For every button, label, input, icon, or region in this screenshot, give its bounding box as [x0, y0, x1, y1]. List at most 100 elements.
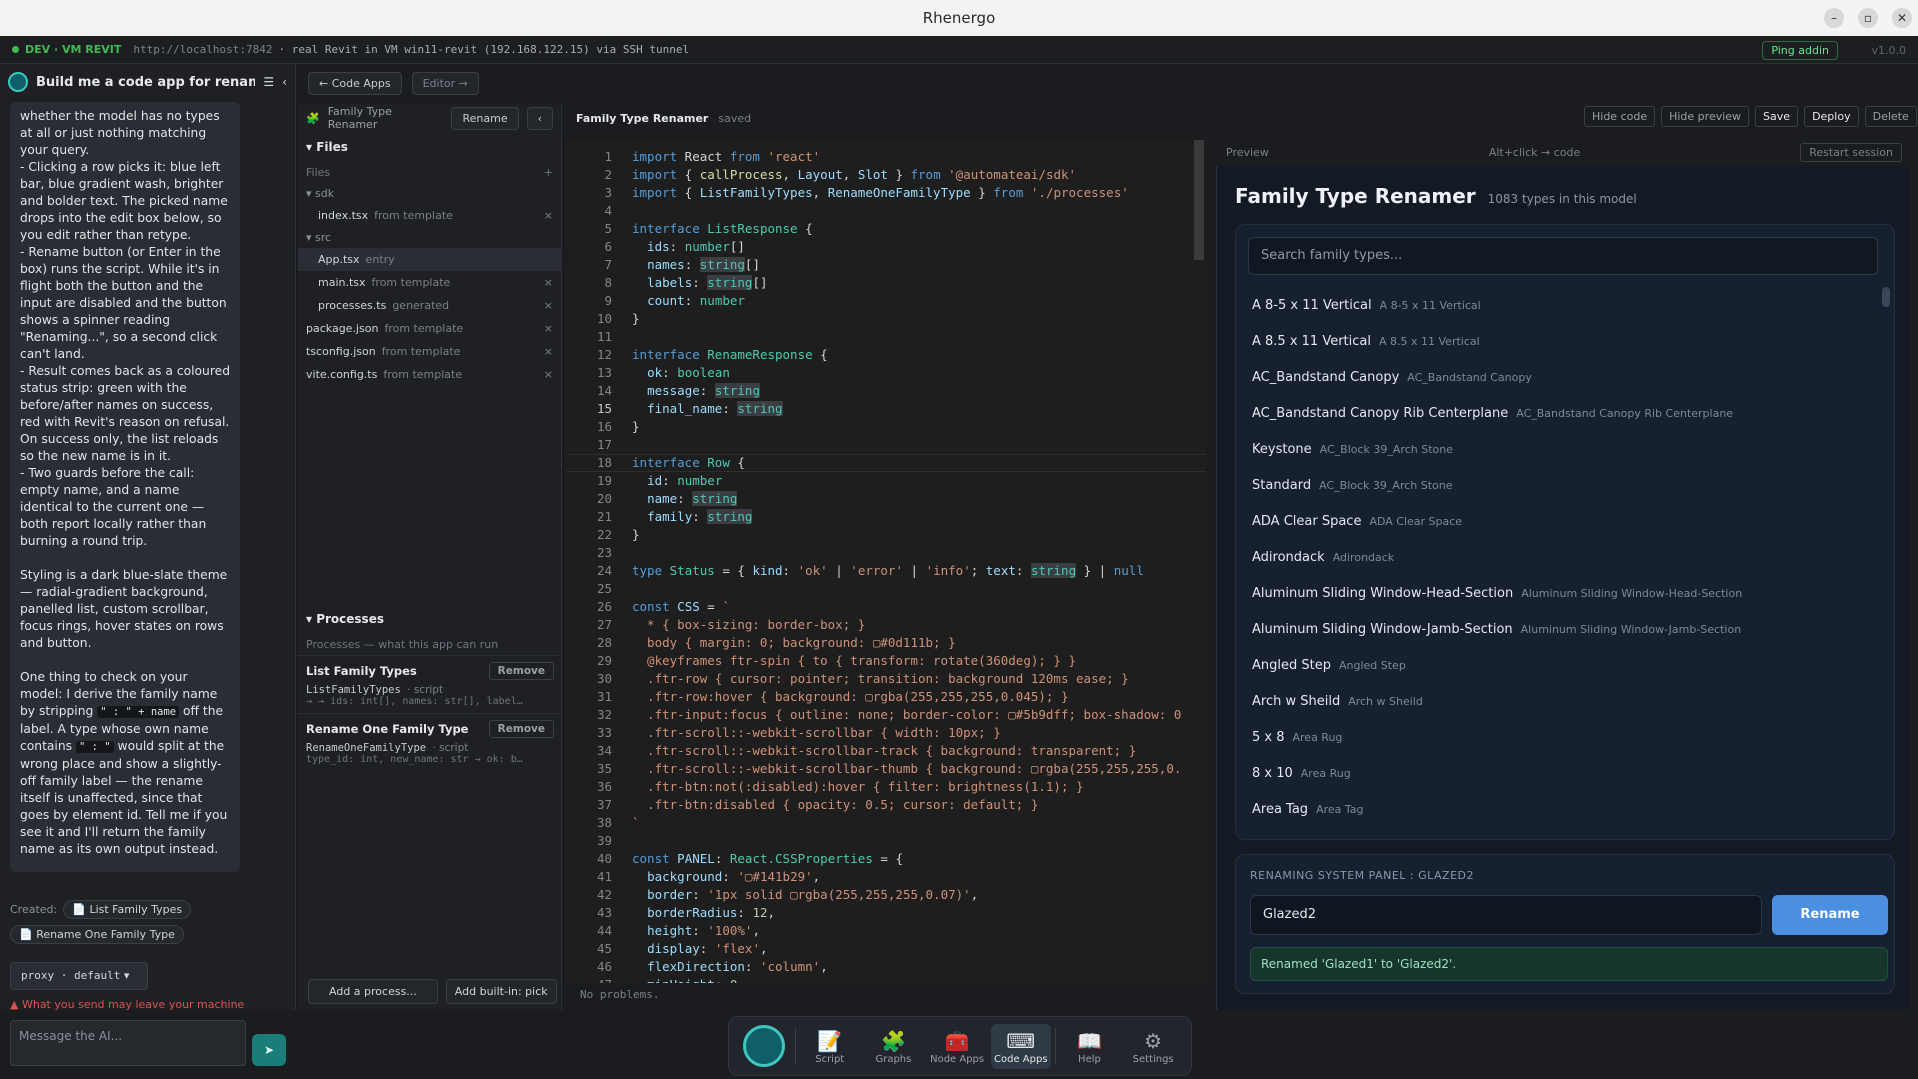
remove-icon: × [543, 276, 553, 289]
privacy-warning: ▲ What you send may leave your machine [10, 998, 245, 1011]
list-item[interactable]: Aluminum Sliding Window-Head-Section Alum… [1236, 575, 1896, 611]
robot-icon [8, 72, 28, 92]
ping-addin-button[interactable]: Ping addin [1762, 41, 1838, 60]
list-item[interactable]: Angled Step Angled Step [1236, 647, 1896, 683]
list-item[interactable]: A 8-5 x 11 Vertical A 8-5 x 11 Vertical [1236, 287, 1896, 323]
list-item[interactable]: Adirondack Adirondack [1236, 539, 1896, 575]
gear-icon: ⚙ [1144, 1028, 1163, 1053]
back-to-code-apps-button[interactable]: ← Code Apps [308, 72, 402, 95]
created-chip[interactable]: 📄 Rename One Family Type [10, 925, 184, 944]
collapse-icon[interactable]: ‹ [526, 106, 553, 130]
remove-process-button[interactable]: Remove [488, 720, 554, 738]
close-icon[interactable]: ✕ [1892, 8, 1912, 28]
remove-process-button[interactable]: Remove [488, 662, 554, 680]
list-item[interactable]: AC_Bandstand Canopy Rib Centerplane AC_Ba… [1236, 395, 1896, 431]
file-item[interactable]: main.tsx from template × [298, 271, 561, 294]
list-item[interactable]: 8 x 10 Area Rug [1236, 755, 1896, 791]
add-file-icon[interactable]: + [544, 166, 553, 179]
code-editor[interactable]: 1 2 3 4 5 6 7 8 9 10 11 12 13 14 15 16 17 18 19 20 21 22 23 24 2… [566, 140, 1206, 983]
restart-session-button[interactable]: Restart session [1800, 142, 1902, 162]
puzzle-icon: 🧩 [306, 111, 320, 125]
dock-robot[interactable] [737, 1025, 791, 1067]
dev-status-bar: DEV · VM REVIT http://localhost:7842 · r… [0, 36, 1918, 64]
list-item[interactable]: ADA Clear Space ADA Clear Space [1236, 503, 1896, 539]
file-item[interactable]: vite.config.ts from template × [298, 363, 561, 386]
folder-sdk[interactable]: ▾ sdk [298, 183, 561, 204]
minimize-icon[interactable]: – [1824, 8, 1844, 28]
dock-settings[interactable]: ⚙ Settings [1123, 1028, 1183, 1065]
editor-tab[interactable]: Editor → [411, 72, 479, 95]
remove-icon: × [543, 345, 553, 358]
code-text[interactable]: import React from 'react' import { callP… [632, 148, 1181, 983]
list-scrollbar[interactable] [1882, 287, 1890, 307]
list-item[interactable]: Standard AC_Block 39_Arch Stone [1236, 467, 1896, 503]
window-titlebar: Rhenergo – ▫ ✕ [0, 0, 1918, 36]
inline-code: " : " + name [97, 706, 180, 718]
send-button[interactable]: ➤ [252, 1034, 286, 1066]
created-chip[interactable]: 📄 List Family Types [63, 900, 192, 919]
list-item[interactable]: AC_Bandstand Canopy AC_Bandstand Canopy [1236, 359, 1896, 395]
problems-status: No problems. [580, 988, 660, 1001]
list-item[interactable]: Aluminum Sliding Window-Jamb-Section Alum… [1236, 611, 1896, 647]
save-status: saved [718, 111, 752, 125]
list-item[interactable]: Arch w Sheild Arch w Sheild [1236, 683, 1896, 719]
hide-preview-button[interactable]: Hide preview [1661, 106, 1750, 127]
editor-scrollbar[interactable] [1194, 140, 1204, 260]
dock-graphs[interactable]: 🧩 Graphs [864, 1028, 924, 1065]
rename-button[interactable]: Rename [1772, 895, 1888, 935]
files-subtitle: Files + [306, 166, 553, 179]
file-item[interactable]: index.tsx from template × [298, 204, 561, 227]
preview-hint: Alt+click → code [1488, 145, 1581, 159]
robot-icon [742, 1025, 785, 1067]
type-count: 1083 types in this model [1487, 192, 1637, 206]
rename-label: RENAMING SYSTEM PANEL : GLAZED2 [1250, 869, 1475, 882]
add-process-button[interactable]: Add a process... [308, 979, 438, 1004]
save-button[interactable]: Save [1755, 106, 1799, 127]
collapse-icon[interactable]: ‹ [282, 75, 287, 89]
dock-separator [794, 1028, 796, 1064]
model-proxy-select[interactable]: proxy · default ▾ [10, 962, 148, 990]
dock-node-apps[interactable]: 🧰 Node Apps [927, 1028, 987, 1065]
message-input[interactable]: Message the AI... [10, 1020, 246, 1066]
file-item[interactable]: tsconfig.json from template × [298, 340, 561, 363]
dock-separator [1054, 1028, 1056, 1064]
list-item[interactable]: Keystone AC_Block 39_Arch Stone [1236, 431, 1896, 467]
maximize-icon[interactable]: ▫ [1858, 8, 1878, 28]
dock-code-apps[interactable]: ⌨ Code Apps [990, 1023, 1051, 1069]
message-paragraph: Styling is a dark blue-slate theme — rad… [20, 568, 228, 650]
deploy-button[interactable]: Deploy [1804, 106, 1859, 127]
file-item[interactable]: package.json from template × [298, 317, 561, 340]
list-item[interactable]: 5 x 8 Area Rug [1236, 719, 1896, 755]
dock-help[interactable]: 📖 Help [1060, 1028, 1120, 1065]
preview-header: Preview Alt+click → code Restart session [1216, 140, 1910, 164]
top-tabs: ← Code Apps Editor → [308, 72, 479, 95]
version-label: v1.0.0 [1871, 44, 1907, 57]
server-url: http://localhost:7842 [133, 43, 273, 56]
status-strip: Renamed 'Glazed1' to 'Glazed2'. [1250, 947, 1888, 981]
book-icon: 📖 [1077, 1028, 1102, 1053]
rename-app-button[interactable]: Rename [451, 106, 519, 130]
preview-app-title: Family Type Renamer [1235, 184, 1476, 208]
search-input[interactable]: Search family types... [1248, 237, 1878, 275]
app-preview: Family Type Renamer 1083 types in this m… [1216, 166, 1910, 1010]
add-builtin-button[interactable]: Add built-in: pick [445, 979, 557, 1004]
new-name-input[interactable]: Glazed2 [1250, 895, 1762, 935]
file-item[interactable]: App.tsx entry [298, 248, 561, 271]
processes-subtitle: Processes — what this app can run [306, 638, 499, 651]
list-item[interactable]: A 8.5 x 11 Vertical A 8.5 x 11 Vertical [1236, 323, 1896, 359]
folder-src[interactable]: ▾ src [298, 227, 561, 248]
chat-header: Build me a code app for renamin... ☰ ‹ [0, 64, 295, 100]
process-item[interactable]: List Family Types Remove ListFamilyTypes … [298, 655, 562, 713]
file-item[interactable]: processes.ts generated × [298, 294, 561, 317]
list-item[interactable]: Area Tag Area Tag [1236, 791, 1896, 827]
hide-code-button[interactable]: Hide code [1584, 106, 1656, 127]
process-item[interactable]: Rename One Family Type Remove RenameOneFa… [298, 713, 562, 771]
note-icon: 📝 [817, 1028, 843, 1053]
remove-icon: × [543, 299, 553, 312]
line-numbers: 1 2 3 4 5 6 7 8 9 10 11 12 13 14 15 16 17 18 19 20 21 22 23 24 2… [596, 149, 612, 983]
delete-button[interactable]: Delete [1864, 106, 1917, 127]
toolbox-icon: 🧰 [944, 1028, 970, 1053]
dock-script[interactable]: 📝 Script [800, 1028, 860, 1065]
menu-icon[interactable]: ☰ [263, 75, 274, 89]
puzzle-icon: 🧩 [880, 1028, 906, 1053]
